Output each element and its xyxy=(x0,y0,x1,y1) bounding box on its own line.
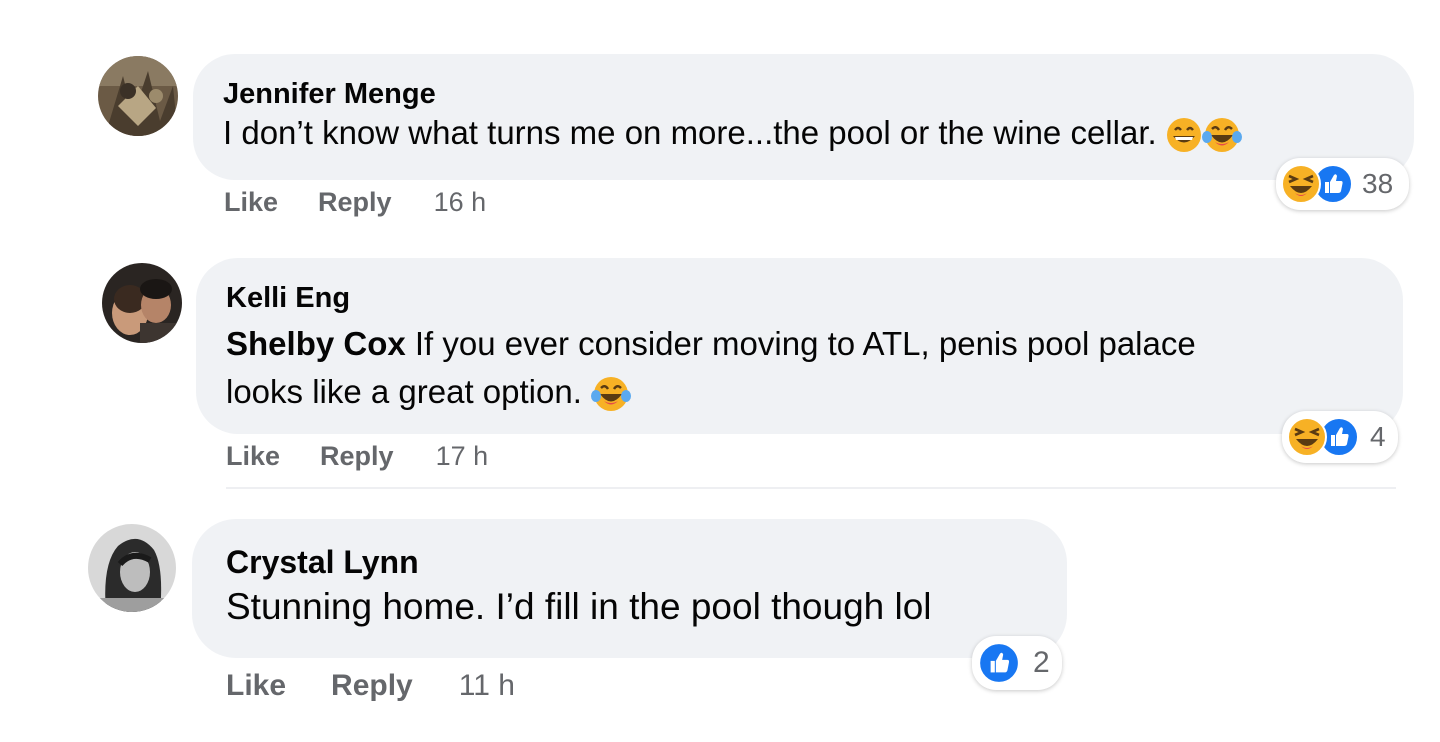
comment-author[interactable]: Crystal Lynn xyxy=(226,543,1067,581)
tears-of-joy-emoji-icon xyxy=(591,376,632,412)
comment-author[interactable]: Kelli Eng xyxy=(226,282,1403,314)
comment-text: Stunning home. I’d fill in the pool thou… xyxy=(226,581,1067,633)
comment-actions: Like Reply 17 h xyxy=(226,438,488,474)
reaction-summary[interactable]: 2 xyxy=(972,636,1062,690)
avatar[interactable] xyxy=(102,263,182,343)
thread-divider xyxy=(226,487,1396,489)
comment-actions: Like Reply 11 h xyxy=(226,667,515,705)
reaction-count: 38 xyxy=(1362,168,1394,199)
laughing-emoji-icon xyxy=(1280,163,1322,205)
comment-bubble: Kelli Eng Shelby Cox If you ever conside… xyxy=(196,258,1403,434)
grinning-emoji-icon xyxy=(1166,117,1202,153)
tears-of-joy-emoji-icon xyxy=(1201,117,1242,153)
like-link[interactable]: Like xyxy=(226,669,286,703)
comment-text-body: looks like a great option. xyxy=(226,373,582,410)
reaction-summary[interactable]: 38 xyxy=(1276,158,1409,210)
comment-timestamp[interactable]: 11 h xyxy=(459,669,515,703)
comment-actions: Like Reply 16 h xyxy=(224,184,486,220)
reply-link[interactable]: Reply xyxy=(331,669,413,703)
comment-author[interactable]: Jennifer Menge xyxy=(223,78,1414,110)
comment-timestamp[interactable]: 17 h xyxy=(436,441,489,472)
reaction-count: 4 xyxy=(1370,421,1386,452)
comment-timestamp[interactable]: 16 h xyxy=(434,187,487,218)
reply-link[interactable]: Reply xyxy=(320,441,394,472)
reaction-count: 2 xyxy=(1033,646,1050,679)
comment-text: I don’t know what turns me on more...the… xyxy=(223,110,1414,156)
reply-link[interactable]: Reply xyxy=(318,187,392,218)
like-link[interactable]: Like xyxy=(224,187,278,218)
comment-text: Shelby Cox If you ever consider moving t… xyxy=(226,320,1403,416)
comment-bubble: Jennifer Menge I don’t know what turns m… xyxy=(193,54,1414,180)
mention-link[interactable]: Shelby Cox xyxy=(226,325,406,362)
like-thumb-icon xyxy=(977,641,1021,685)
laughing-emoji-icon xyxy=(1286,416,1328,458)
comment-text-body: Stunning home. I’d fill in the pool thou… xyxy=(226,586,932,627)
avatar[interactable] xyxy=(88,524,176,612)
comment-thread: Jennifer Menge I don’t know what turns m… xyxy=(0,0,1440,742)
comment-bubble: Crystal Lynn Stunning home. I’d fill in … xyxy=(192,519,1067,658)
comment-text-body: If you ever consider moving to ATL, peni… xyxy=(414,325,1196,362)
avatar[interactable] xyxy=(98,56,178,136)
reaction-summary[interactable]: 4 xyxy=(1282,411,1398,463)
like-link[interactable]: Like xyxy=(226,441,280,472)
comment-text-body: I don’t know what turns me on more...the… xyxy=(223,114,1157,151)
